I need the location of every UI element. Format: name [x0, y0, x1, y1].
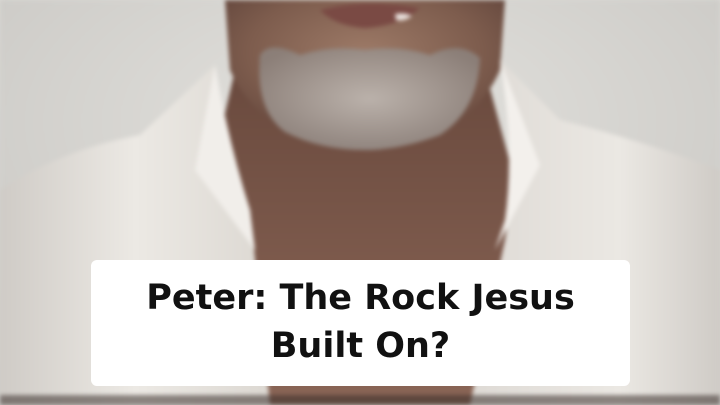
caption-box: Peter: The Rock Jesus Built On? [91, 260, 630, 386]
caption-line-1: Peter: The Rock Jesus [146, 278, 575, 318]
video-frame: Peter: The Rock Jesus Built On? [0, 0, 720, 405]
caption-line-2: Built On? [270, 326, 451, 366]
